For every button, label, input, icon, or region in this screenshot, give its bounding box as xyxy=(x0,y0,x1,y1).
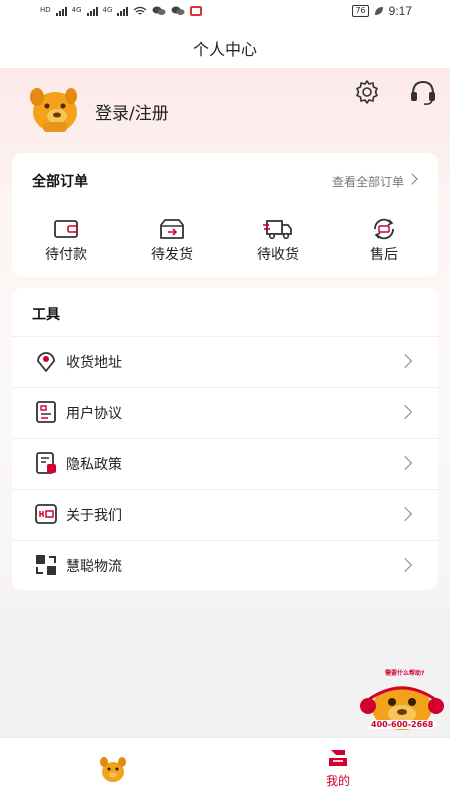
hotline-number[interactable]: 400-600-2668 xyxy=(368,720,437,729)
order-label: 待付款 xyxy=(45,247,87,263)
page-header: 个人中心 xyxy=(0,26,450,68)
order-label: 待收货 xyxy=(257,247,299,263)
avatar[interactable] xyxy=(25,82,81,134)
box-icon xyxy=(160,219,184,239)
tool-item-about-us[interactable]: 关于我们 xyxy=(12,489,438,540)
chevron-right-icon xyxy=(397,557,413,573)
order-after-sale[interactable]: 售后 xyxy=(344,217,424,269)
tool-item-user-agreement[interactable]: 用户协议 xyxy=(12,387,438,438)
chevron-right-icon xyxy=(397,404,413,420)
battery-indicator: 76 xyxy=(352,5,369,17)
leaf-icon xyxy=(374,7,383,15)
signal-icon xyxy=(117,6,129,16)
tool-item-shipping-address[interactable]: 收货地址 xyxy=(12,336,438,387)
wechat-icon xyxy=(171,6,185,15)
tool-label: 关于我们 xyxy=(66,508,122,524)
tool-label: 用户协议 xyxy=(66,406,122,422)
login-register-link[interactable]: 登录/注册 xyxy=(95,99,169,124)
tools-title: 工具 xyxy=(32,307,60,323)
location-icon xyxy=(37,352,55,372)
app-notification-icon xyxy=(190,5,203,16)
truck-icon xyxy=(263,220,292,240)
network-label: 4G xyxy=(71,6,82,14)
chevron-right-icon xyxy=(397,506,413,522)
wifi-icon xyxy=(134,6,147,15)
network-label: 4G xyxy=(102,6,113,14)
order-pending-shipment[interactable]: 待发货 xyxy=(132,217,212,269)
tool-item-privacy-policy[interactable]: 隐私政策 xyxy=(12,438,438,489)
tool-label: 收货地址 xyxy=(66,355,122,371)
orders-title: 全部订单 xyxy=(32,174,88,190)
tool-item-logistics[interactable]: 慧聪物流 xyxy=(12,540,438,591)
gear-icon[interactable] xyxy=(352,78,382,106)
status-bar: HD 4G 4G 76 9:17 xyxy=(0,0,450,26)
network-label: HD xyxy=(40,6,51,14)
headset-icon[interactable] xyxy=(408,78,438,106)
view-all-orders-link[interactable]: 查看全部订单 xyxy=(332,173,404,190)
privacy-icon xyxy=(36,452,56,474)
help-bubble: 需要什么帮助? xyxy=(385,670,425,677)
chevron-right-icon xyxy=(397,455,413,471)
order-pending-payment[interactable]: 待付款 xyxy=(26,217,106,269)
tab-mine[interactable]: 我的 xyxy=(318,746,358,794)
clock: 9:17 xyxy=(388,4,412,18)
order-label: 待发货 xyxy=(151,247,193,263)
logistics-icon xyxy=(36,555,56,575)
order-label: 售后 xyxy=(370,247,398,263)
tool-label: 隐私政策 xyxy=(66,457,122,473)
orders-card: 全部订单 查看全部订单 待付款 待发货 待收货 售后 xyxy=(12,153,438,277)
wallet-icon xyxy=(54,220,78,238)
profile-tab-icon xyxy=(329,750,347,766)
page-title: 个人中心 xyxy=(192,40,257,59)
after-sale-icon xyxy=(374,218,394,240)
tab-home[interactable] xyxy=(98,754,128,784)
order-pending-receipt[interactable]: 待收货 xyxy=(238,217,318,269)
tool-label: 慧聪物流 xyxy=(66,559,122,575)
signal-icon xyxy=(86,6,98,16)
wechat-icon xyxy=(152,6,166,15)
tab-bar: 我的 xyxy=(0,737,450,800)
tools-card: 工具 收货地址 用户协议 隐私政策 关于我们 慧聪物流 xyxy=(12,288,438,590)
chevron-right-icon xyxy=(397,353,413,369)
agreement-icon xyxy=(36,401,56,423)
tab-mine-label: 我的 xyxy=(325,774,350,788)
about-icon xyxy=(35,504,57,524)
chevron-right-icon xyxy=(406,173,418,185)
signal-icon xyxy=(55,6,67,16)
